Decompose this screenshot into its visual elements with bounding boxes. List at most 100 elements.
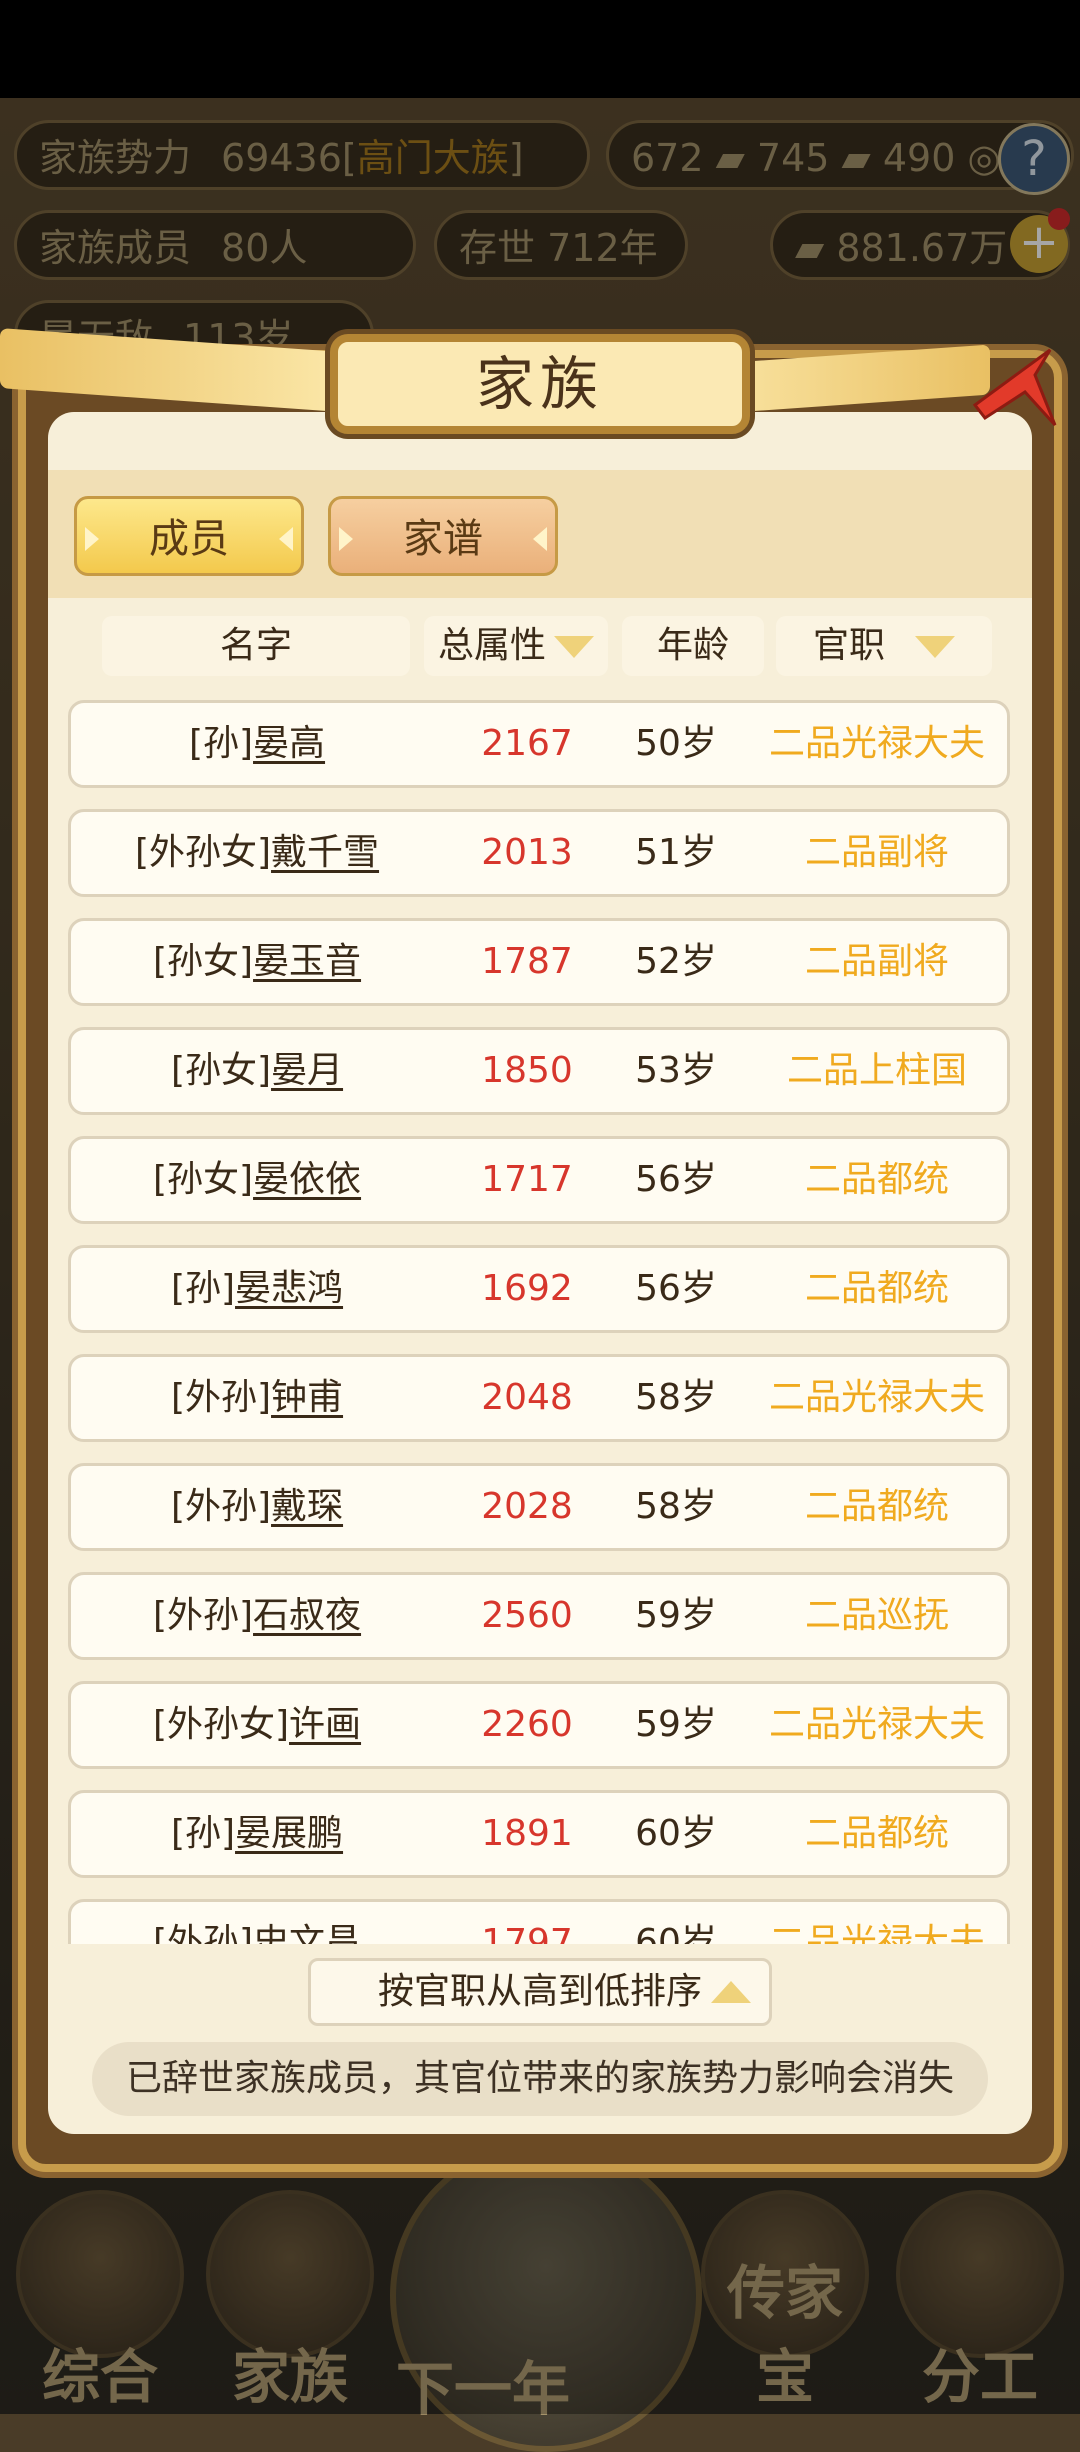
sort-down-icon xyxy=(554,636,594,658)
member-age: 58岁 xyxy=(635,1377,717,1418)
member-attr: 1787 xyxy=(481,941,573,982)
member-name-link[interactable]: 石叔夜 xyxy=(253,1595,361,1636)
member-title: 二品巡抚 xyxy=(804,1595,949,1636)
member-title: 二品光禄大夫 xyxy=(768,723,985,764)
column-name[interactable]: 名字 xyxy=(102,616,410,676)
table-row[interactable]: [外孙]钟甫 2048 58岁 二品光禄大夫 xyxy=(68,1354,1010,1442)
notice-text: 已辞世家族成员，其官位带来的家族势力影响会消失 xyxy=(92,2042,988,2116)
member-attr: 2048 xyxy=(481,1377,573,1418)
member-name-link[interactable]: 晏高 xyxy=(253,723,325,764)
member-name-cell: [孙女]晏玉音 xyxy=(71,921,443,1003)
column-attr[interactable]: 总属性 xyxy=(424,616,608,676)
member-relation: [外孙] xyxy=(170,1377,272,1418)
member-age: 51岁 xyxy=(635,832,717,873)
member-attr: 1891 xyxy=(481,1813,573,1854)
member-list[interactable]: [孙]晏高 2167 50岁 二品光禄大夫 [外孙女]戴千雪 2013 51岁 二品副将 [孙女… xyxy=(68,700,1010,1944)
filter-down-icon xyxy=(915,636,955,658)
member-title: 二品都统 xyxy=(804,1486,949,1527)
member-name-link[interactable]: 晏展鹏 xyxy=(235,1813,343,1854)
member-name-cell: [外孙]钟甫 xyxy=(71,1357,443,1439)
member-age: 58岁 xyxy=(635,1486,717,1527)
member-relation: [孙] xyxy=(188,723,254,764)
member-title: 二品上柱国 xyxy=(786,1050,967,1091)
sort-up-icon xyxy=(711,1981,751,2003)
table-row[interactable]: [外孙]石叔夜 2560 59岁 二品巡抚 xyxy=(68,1572,1010,1660)
table-row[interactable]: [外孙]戴琛 2028 58岁 二品都统 xyxy=(68,1463,1010,1551)
member-title: 二品光禄大夫 xyxy=(768,1377,985,1418)
member-attr: 1797 xyxy=(481,1922,573,1944)
table-row[interactable]: [孙女]晏月 1850 53岁 二品上柱国 xyxy=(68,1027,1010,1115)
tab-members-label: 成员 xyxy=(149,516,229,562)
member-attr: 1717 xyxy=(481,1159,573,1200)
member-age: 60岁 xyxy=(635,1922,717,1944)
member-name-cell: [外孙]石叔夜 xyxy=(71,1575,443,1657)
member-name-link[interactable]: 许画 xyxy=(289,1704,361,1745)
member-name-cell: [外孙女]戴千雪 xyxy=(71,812,443,894)
member-relation: [孙女] xyxy=(170,1050,272,1091)
table-row[interactable]: [外孙]史文昌 1797 60岁 二品光禄大夫 xyxy=(68,1899,1010,1944)
table-row[interactable]: [孙]晏高 2167 50岁 二品光禄大夫 xyxy=(68,700,1010,788)
table-row[interactable]: [孙]晏展鹏 1891 60岁 二品都统 xyxy=(68,1790,1010,1878)
member-age: 59岁 xyxy=(635,1704,717,1745)
member-attr: 2260 xyxy=(481,1704,573,1745)
tab-tree-label: 家谱 xyxy=(403,516,483,562)
member-attr: 2013 xyxy=(481,832,573,873)
member-relation: [外孙女] xyxy=(134,832,272,873)
member-attr: 2167 xyxy=(481,723,573,764)
member-name-link[interactable]: 晏月 xyxy=(271,1050,343,1091)
member-title: 二品都统 xyxy=(804,1159,949,1200)
member-name-cell: [外孙女]许画 xyxy=(71,1684,443,1766)
member-relation: [外孙] xyxy=(152,1922,254,1944)
table-row[interactable]: [孙女]晏玉音 1787 52岁 二品副将 xyxy=(68,918,1010,1006)
member-name-link[interactable]: 晏依依 xyxy=(253,1159,361,1200)
member-age: 56岁 xyxy=(635,1268,717,1309)
member-relation: [孙女] xyxy=(152,1159,254,1200)
member-name-cell: [孙女]晏月 xyxy=(71,1030,443,1112)
member-name-cell: [孙]晏高 xyxy=(71,703,443,785)
member-attr: 2028 xyxy=(481,1486,573,1527)
member-age: 50岁 xyxy=(635,723,717,764)
member-name-cell: [孙女]晏依依 xyxy=(71,1139,443,1221)
member-relation: [孙] xyxy=(170,1268,236,1309)
member-title: 二品光禄大夫 xyxy=(768,1922,985,1944)
member-age: 52岁 xyxy=(635,941,717,982)
dialog-title: 家族 xyxy=(330,334,750,434)
table-row[interactable]: [孙]晏悲鸿 1692 56岁 二品都统 xyxy=(68,1245,1010,1333)
member-relation: [外孙女] xyxy=(152,1704,290,1745)
member-name-link[interactable]: 戴千雪 xyxy=(271,832,379,873)
table-row[interactable]: [外孙女]戴千雪 2013 51岁 二品副将 xyxy=(68,809,1010,897)
sort-button[interactable]: 按官职从高到低排序 xyxy=(308,1958,772,2026)
table-row[interactable]: [孙女]晏依依 1717 56岁 二品都统 xyxy=(68,1136,1010,1224)
member-name-cell: [外孙]史文昌 xyxy=(71,1902,443,1944)
member-title: 二品光禄大夫 xyxy=(768,1704,985,1745)
member-relation: [外孙] xyxy=(152,1595,254,1636)
member-title: 二品副将 xyxy=(804,832,949,873)
tab-members[interactable]: 成员 xyxy=(74,496,304,576)
member-age: 56岁 xyxy=(635,1159,717,1200)
member-title: 二品都统 xyxy=(804,1813,949,1854)
member-attr: 1850 xyxy=(481,1050,573,1091)
member-name-cell: [孙]晏悲鸿 xyxy=(71,1248,443,1330)
member-name-link[interactable]: 钟甫 xyxy=(271,1377,343,1418)
member-age: 60岁 xyxy=(635,1813,717,1854)
member-title: 二品副将 xyxy=(804,941,949,982)
member-age: 59岁 xyxy=(635,1595,717,1636)
tab-family-tree[interactable]: 家谱 xyxy=(328,496,558,576)
column-age[interactable]: 年龄 xyxy=(622,616,764,676)
member-age: 53岁 xyxy=(635,1050,717,1091)
table-row[interactable]: [外孙女]许画 2260 59岁 二品光禄大夫 xyxy=(68,1681,1010,1769)
member-title: 二品都统 xyxy=(804,1268,949,1309)
column-title[interactable]: 官职 xyxy=(776,616,992,676)
member-attr: 1692 xyxy=(481,1268,573,1309)
member-relation: [孙女] xyxy=(152,941,254,982)
member-relation: [外孙] xyxy=(170,1486,272,1527)
member-name-link[interactable]: 史文昌 xyxy=(253,1922,361,1944)
member-name-link[interactable]: 戴琛 xyxy=(271,1486,343,1527)
sort-label: 按官职从高到低排序 xyxy=(377,1971,702,2012)
member-relation: [孙] xyxy=(170,1813,236,1854)
status-bar xyxy=(0,0,1080,98)
member-name-link[interactable]: 晏悲鸿 xyxy=(235,1268,343,1309)
member-name-cell: [外孙]戴琛 xyxy=(71,1466,443,1548)
member-name-link[interactable]: 晏玉音 xyxy=(253,941,361,982)
close-icon[interactable] xyxy=(955,330,1065,440)
